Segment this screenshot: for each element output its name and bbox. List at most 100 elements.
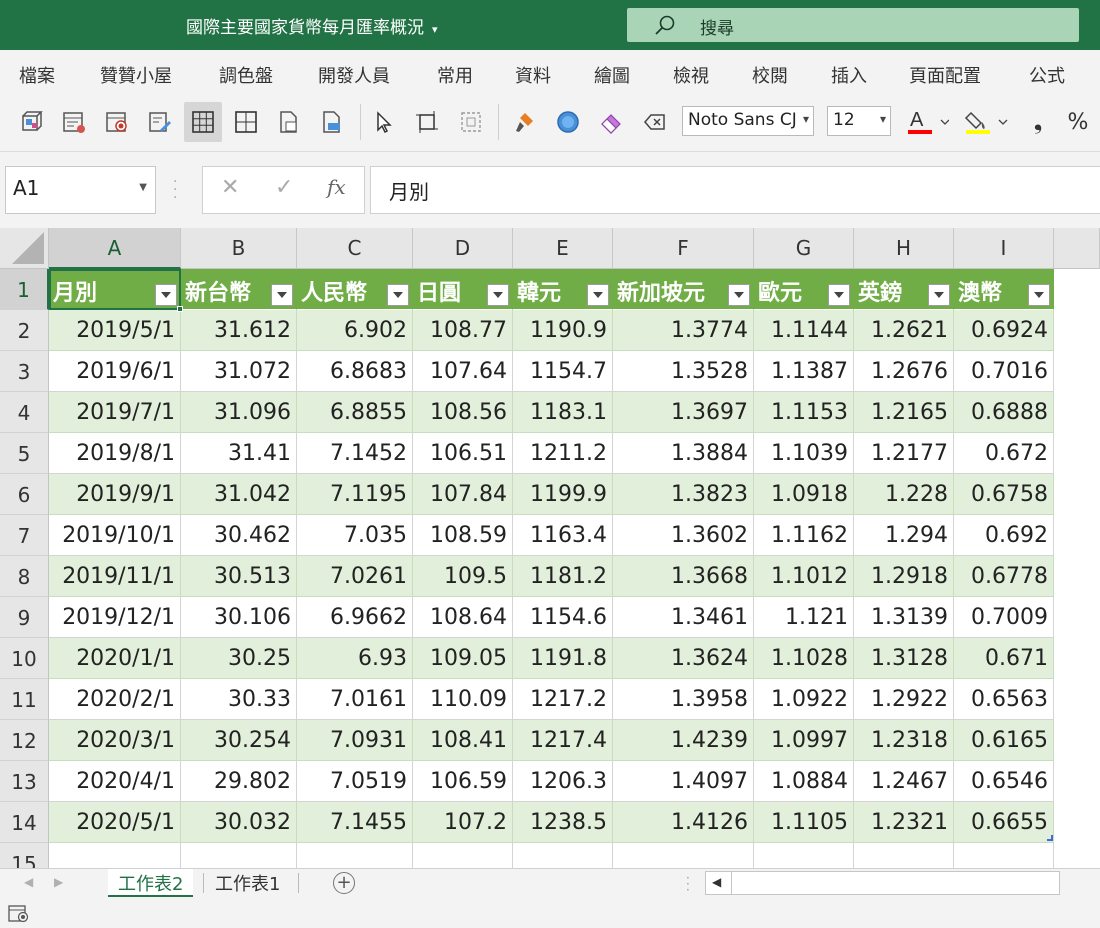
- table-header-cell[interactable]: 歐元: [754, 269, 854, 310]
- rate-cell[interactable]: 1.2467: [854, 761, 954, 802]
- date-cell[interactable]: 2019/10/1: [49, 515, 181, 556]
- rate-cell[interactable]: 30.254: [181, 720, 297, 761]
- drag-handle-icon[interactable]: · · ·: [173, 175, 177, 205]
- clear-format-icon[interactable]: [635, 102, 673, 142]
- rate-cell[interactable]: 1.0997: [754, 720, 854, 761]
- tab-resize-handle[interactable]: · · ·: [686, 872, 690, 896]
- rate-cell[interactable]: 1.0922: [754, 679, 854, 720]
- empty-cell[interactable]: [613, 843, 754, 868]
- font-size-select[interactable]: 12 ▾: [827, 106, 891, 136]
- rate-cell[interactable]: 0.7009: [954, 597, 1054, 638]
- rate-cell[interactable]: 1.3774: [613, 310, 754, 351]
- column-header[interactable]: B: [181, 228, 297, 269]
- date-cell[interactable]: 2020/1/1: [49, 638, 181, 679]
- formula-input[interactable]: 月別: [370, 166, 1100, 214]
- empty-cell[interactable]: [49, 843, 181, 868]
- date-cell[interactable]: 2020/5/1: [49, 802, 181, 843]
- rate-cell[interactable]: 0.672: [954, 433, 1054, 474]
- rate-cell[interactable]: 1.1387: [754, 351, 854, 392]
- rate-cell[interactable]: 31.072: [181, 351, 297, 392]
- rate-cell[interactable]: 1154.7: [513, 351, 613, 392]
- horizontal-scrollbar[interactable]: ◀: [705, 871, 1060, 895]
- date-cell[interactable]: 2020/4/1: [49, 761, 181, 802]
- column-header-empty[interactable]: [1054, 228, 1100, 269]
- rate-cell[interactable]: 7.1452: [297, 433, 413, 474]
- rate-cell[interactable]: 1.0884: [754, 761, 854, 802]
- empty-cell[interactable]: [297, 843, 413, 868]
- rate-cell[interactable]: 30.513: [181, 556, 297, 597]
- table-properties-icon[interactable]: [55, 102, 93, 142]
- rate-cell[interactable]: 1206.3: [513, 761, 613, 802]
- table-header-cell[interactable]: 英鎊: [854, 269, 954, 310]
- date-cell[interactable]: 2019/11/1: [49, 556, 181, 597]
- rate-cell[interactable]: 31.096: [181, 392, 297, 433]
- column-header[interactable]: G: [754, 228, 854, 269]
- menu-item[interactable]: 檔案: [19, 62, 55, 88]
- rate-cell[interactable]: 6.8683: [297, 351, 413, 392]
- table-header-cell[interactable]: 日圓: [413, 269, 513, 310]
- sheet-tab[interactable]: 工作表1: [205, 869, 290, 897]
- scroll-left-icon[interactable]: ◀: [712, 875, 721, 889]
- font-name-select[interactable]: Noto Sans CJ ▾: [682, 106, 814, 136]
- menu-item[interactable]: 校閱: [752, 62, 788, 88]
- document-export-icon[interactable]: [270, 102, 308, 142]
- row-header[interactable]: 7: [0, 515, 49, 556]
- rate-cell[interactable]: 107.2: [413, 802, 513, 843]
- date-cell[interactable]: 2019/12/1: [49, 597, 181, 638]
- menu-item[interactable]: 公式: [1029, 62, 1065, 88]
- rate-cell[interactable]: 31.41: [181, 433, 297, 474]
- format-painter-icon[interactable]: [505, 102, 543, 142]
- row-header[interactable]: 13: [0, 761, 49, 802]
- rate-cell[interactable]: 6.93: [297, 638, 413, 679]
- fill-handle[interactable]: [177, 306, 183, 312]
- rate-cell[interactable]: 1.4239: [613, 720, 754, 761]
- cancel-icon[interactable]: ✕: [221, 175, 239, 200]
- rate-cell[interactable]: 0.6778: [954, 556, 1054, 597]
- row-header[interactable]: 8: [0, 556, 49, 597]
- rate-cell[interactable]: 1.2165: [854, 392, 954, 433]
- rate-cell[interactable]: 1.1144: [754, 310, 854, 351]
- rate-cell[interactable]: 1.3958: [613, 679, 754, 720]
- filter-dropdown-icon[interactable]: [271, 284, 293, 306]
- rate-cell[interactable]: 1.4097: [613, 761, 754, 802]
- row-header[interactable]: 1: [0, 269, 49, 310]
- rate-cell[interactable]: 106.51: [413, 433, 513, 474]
- empty-cell[interactable]: [413, 843, 513, 868]
- rate-cell[interactable]: 31.612: [181, 310, 297, 351]
- select-all-button[interactable]: [0, 228, 49, 269]
- document-title[interactable]: 國際主要國家貨幣每月匯率概況 ▾: [186, 13, 438, 38]
- table-header-cell[interactable]: 人民幣: [297, 269, 413, 310]
- rate-cell[interactable]: 30.462: [181, 515, 297, 556]
- row-header[interactable]: 6: [0, 474, 49, 515]
- form-edit-icon[interactable]: [141, 102, 179, 142]
- menu-item[interactable]: 檢視: [673, 62, 709, 88]
- row-header[interactable]: 14: [0, 802, 49, 843]
- rate-cell[interactable]: 108.41: [413, 720, 513, 761]
- rate-cell[interactable]: 31.042: [181, 474, 297, 515]
- rate-cell[interactable]: 7.0161: [297, 679, 413, 720]
- row-header[interactable]: 5: [0, 433, 49, 474]
- rate-cell[interactable]: 0.6924: [954, 310, 1054, 351]
- table-header-cell[interactable]: 韓元: [513, 269, 613, 310]
- rate-cell[interactable]: 0.6655: [954, 802, 1054, 843]
- date-cell[interactable]: 2019/7/1: [49, 392, 181, 433]
- rate-cell[interactable]: 1.1162: [754, 515, 854, 556]
- crop-icon[interactable]: [408, 102, 446, 142]
- row-header[interactable]: 4: [0, 392, 49, 433]
- select-objects-icon[interactable]: [452, 102, 490, 142]
- menu-item[interactable]: 頁面配置: [909, 62, 981, 88]
- insert-function-icon[interactable]: fx: [327, 175, 346, 199]
- rate-cell[interactable]: 1.1012: [754, 556, 854, 597]
- date-cell[interactable]: 2020/3/1: [49, 720, 181, 761]
- column-header[interactable]: D: [413, 228, 513, 269]
- date-cell[interactable]: 2019/5/1: [49, 310, 181, 351]
- row-header[interactable]: 9: [0, 597, 49, 638]
- cube-icon[interactable]: [12, 102, 50, 142]
- rate-cell[interactable]: 1.3139: [854, 597, 954, 638]
- rate-cell[interactable]: 1.3528: [613, 351, 754, 392]
- rate-cell[interactable]: 1190.9: [513, 310, 613, 351]
- column-header[interactable]: E: [513, 228, 613, 269]
- filter-dropdown-icon[interactable]: [728, 284, 750, 306]
- rate-cell[interactable]: 30.106: [181, 597, 297, 638]
- rate-cell[interactable]: 1.121: [754, 597, 854, 638]
